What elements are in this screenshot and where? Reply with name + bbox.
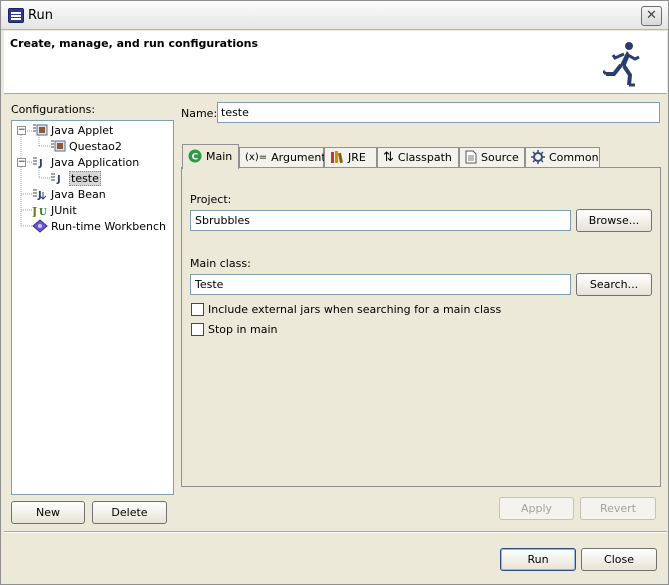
project-label: Project: [190, 193, 232, 206]
stop-in-main-checkbox[interactable] [191, 323, 204, 336]
svg-text:J: J [32, 205, 37, 217]
window-title: Run [28, 8, 53, 23]
tab-main[interactable]: C Main [182, 144, 239, 169]
junit-icon: J U [32, 205, 47, 217]
tab-source[interactable]: Source [459, 147, 525, 168]
svg-text:J: J [37, 190, 42, 201]
tree-item-questao2[interactable]: Questao2 [50, 139, 122, 155]
close-icon: ✕ [646, 8, 657, 23]
main-class-label: Main class: [190, 257, 251, 270]
workbench-icon [32, 219, 48, 233]
common-icon [531, 150, 545, 164]
close-button[interactable]: Close [581, 548, 657, 571]
collapse-java-application-toggle[interactable]: − [17, 158, 26, 167]
tree-item-runtime-workbench[interactable]: Run-time Workbench [32, 219, 166, 235]
source-icon [465, 150, 477, 164]
jre-icon [331, 151, 343, 164]
tree-item-label-selected: teste [69, 171, 101, 186]
bottom-separator [4, 531, 667, 533]
svg-text:U: U [39, 208, 47, 217]
tab-common[interactable]: Common [525, 147, 600, 168]
classpath-icon: ⇅ [383, 149, 394, 165]
tree-item-java-applet[interactable]: Java Applet [32, 123, 113, 139]
banner-title: Create, manage, and run configurations [10, 37, 259, 50]
tab-arguments[interactable]: (x)= Arguments [239, 147, 331, 168]
close-window-button[interactable]: ✕ [641, 6, 662, 26]
java-application-icon: J [33, 157, 43, 169]
delete-button[interactable]: Delete [92, 501, 167, 524]
svg-text:C: C [192, 153, 199, 163]
search-button[interactable]: Search... [576, 273, 652, 296]
name-label: Name: [181, 107, 218, 120]
name-input[interactable]: teste [217, 102, 660, 123]
tree-item-java-bean[interactable]: J Java Bean [32, 187, 106, 203]
collapse-java-applet-toggle[interactable]: − [17, 126, 26, 135]
java-bean-icon: J [33, 189, 47, 201]
stop-in-main-label: Stop in main [208, 323, 278, 336]
arguments-icon: (x)= [245, 151, 268, 163]
application-config-icon: J [51, 173, 61, 185]
main-tab-panel: Project: Sbrubbles Browse... Main class:… [181, 167, 661, 487]
tree-item-teste[interactable]: J teste [50, 171, 101, 187]
revert-button[interactable]: Revert [580, 497, 656, 520]
run-dialog: Run ✕ Create, manage, and run configurat… [0, 0, 669, 585]
browse-button[interactable]: Browse... [576, 209, 652, 232]
running-man-icon [603, 42, 640, 87]
title-bar[interactable]: Run ✕ [1, 1, 668, 30]
project-input[interactable]: Sbrubbles [190, 210, 571, 231]
eclipse-app-icon [8, 8, 24, 23]
main-class-input[interactable]: Teste [190, 274, 571, 295]
tree-item-junit[interactable]: J U JUnit [32, 203, 77, 219]
run-button[interactable]: Run [500, 548, 576, 571]
configurations-label: Configurations: [11, 103, 96, 116]
new-button[interactable]: New [11, 501, 85, 524]
main-c-icon: C [188, 149, 202, 163]
applet-config-icon [51, 140, 66, 152]
tab-jre[interactable]: JRE [324, 147, 377, 168]
include-external-jars-checkbox[interactable] [191, 303, 204, 316]
svg-text:J: J [56, 174, 61, 185]
header-banner: Create, manage, and run configurations [4, 31, 667, 94]
svg-text:J: J [38, 158, 43, 169]
include-external-jars-label: Include external jars when searching for… [208, 303, 502, 316]
apply-button[interactable]: Apply [499, 497, 574, 520]
java-applet-icon [33, 124, 48, 136]
configurations-tree[interactable]: − Java Applet Questao2 − J Java Applicat… [11, 120, 174, 495]
tree-item-java-application[interactable]: J Java Application [32, 155, 139, 171]
tab-classpath[interactable]: ⇅ Classpath [377, 147, 459, 168]
